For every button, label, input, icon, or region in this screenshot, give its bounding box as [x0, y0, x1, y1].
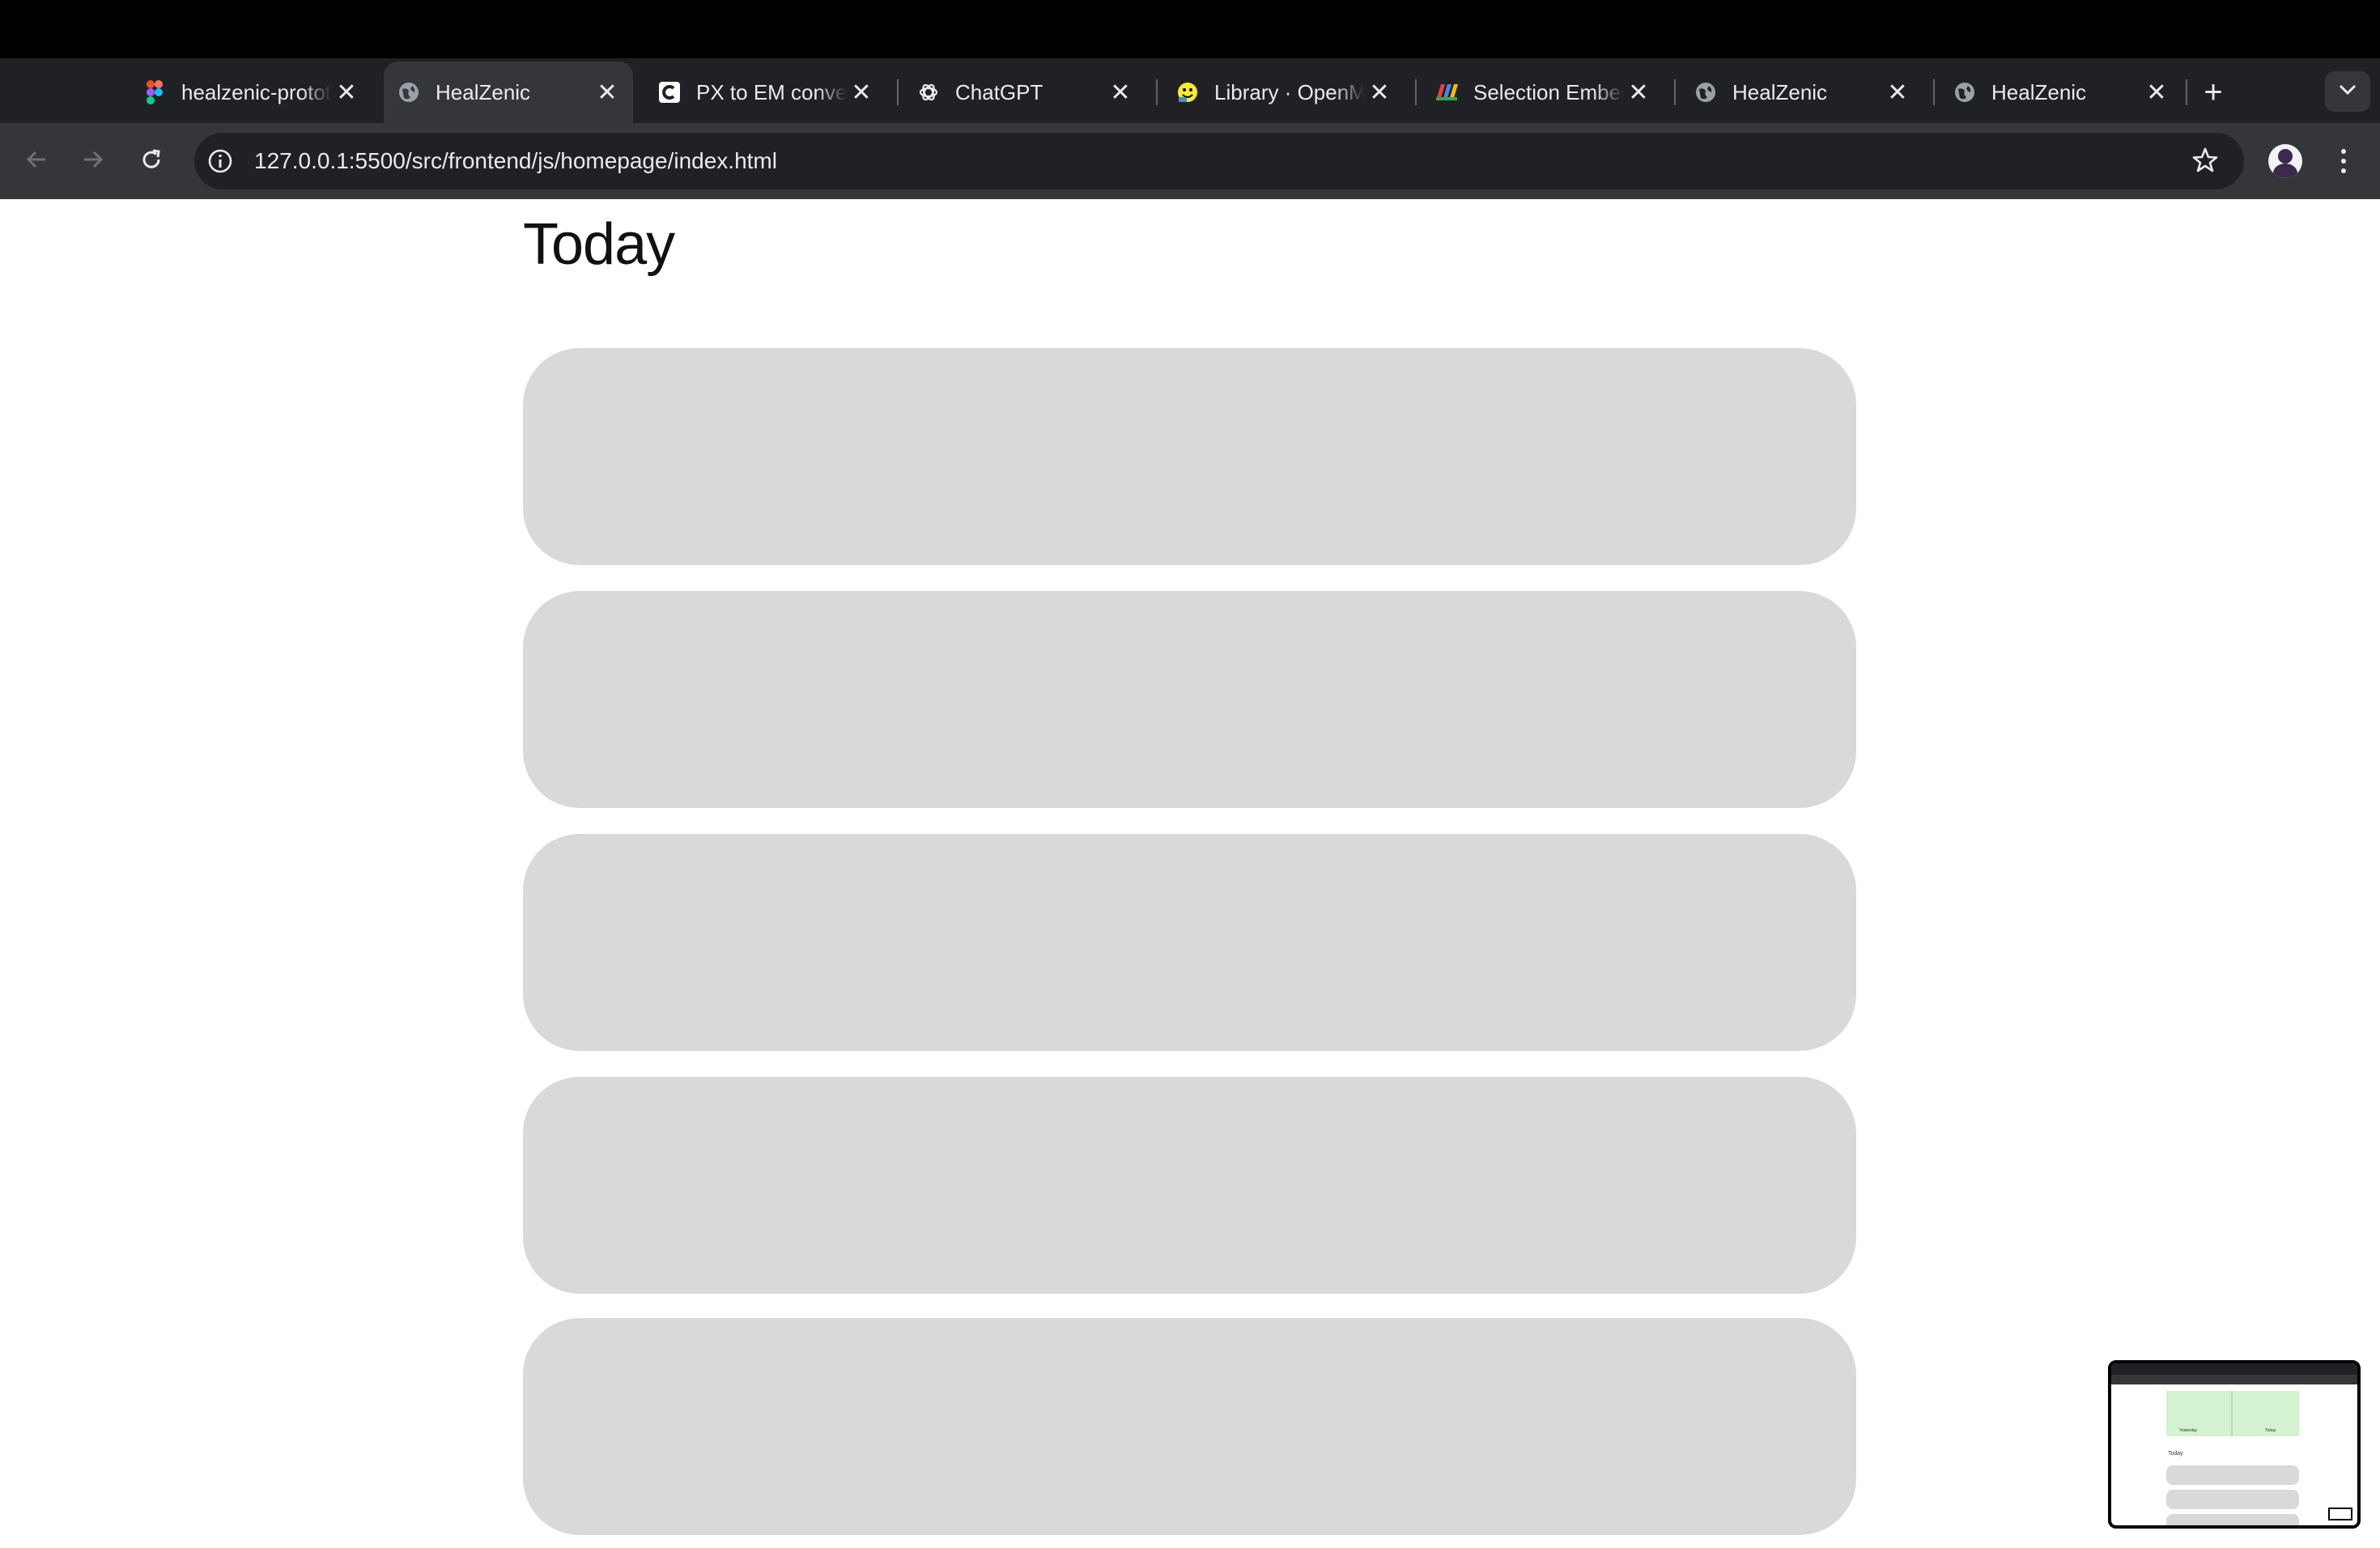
tab-separator	[1415, 79, 1417, 105]
tab-healzenic[interactable]: HealZenic ✕	[1681, 62, 1923, 123]
close-icon[interactable]: ✕	[2142, 78, 2171, 107]
tab-title: Library · OpenMoji	[1214, 79, 1365, 104]
info-icon[interactable]	[206, 147, 235, 176]
tab-healzenic-active[interactable]: HealZenic ✕	[384, 62, 633, 123]
preview-card	[2166, 1490, 2299, 1509]
today-card-placeholder[interactable]	[523, 834, 1856, 1051]
profile-avatar[interactable]	[2268, 144, 2302, 178]
tab-separator	[1156, 79, 1158, 105]
tab-chatgpt[interactable]: ChatGPT ✕	[903, 62, 1146, 123]
tab-title: healzenic-prototype	[181, 79, 332, 104]
multicolor-logo-icon	[1434, 80, 1459, 104]
tab-openmoji-library[interactable]: Library · OpenMoji ✕	[1162, 62, 1405, 123]
tab-healzenic[interactable]: HealZenic ✕	[1940, 62, 2182, 123]
tab-separator	[897, 79, 899, 105]
openmoji-icon	[1175, 80, 1200, 104]
avatar-body	[2273, 164, 2297, 178]
reload-icon	[139, 147, 164, 176]
preview-card	[2166, 1465, 2299, 1485]
forward-button[interactable]	[74, 142, 112, 180]
new-tab-button[interactable]: +	[2195, 74, 2231, 110]
close-icon[interactable]: ✕	[1624, 78, 1653, 107]
reload-button[interactable]	[133, 142, 170, 180]
tab-title: Selection Embedding	[1473, 79, 1624, 104]
close-icon[interactable]: ✕	[1106, 78, 1135, 107]
tab-strip: healzenic-prototype ✕ HealZenic ✕ PX to …	[0, 58, 2380, 123]
preview-toolbar	[2111, 1375, 2357, 1384]
tab-separator	[1933, 79, 1935, 105]
chevron-down-icon	[2339, 84, 2357, 100]
today-card-placeholder[interactable]	[523, 1077, 1856, 1294]
today-card-placeholder[interactable]	[523, 348, 1856, 565]
globe-icon	[1953, 80, 1977, 104]
avatar-head	[2278, 149, 2293, 164]
tab-separator	[2186, 79, 2187, 105]
tab-title: HealZenic	[436, 79, 531, 104]
dot	[2341, 168, 2346, 173]
preview-card	[2166, 1514, 2299, 1525]
preview-mini-window	[2328, 1508, 2352, 1520]
close-icon[interactable]: ✕	[593, 78, 622, 107]
preview-title: Today	[2168, 1451, 2183, 1457]
tab-title: ChatGPT	[955, 79, 1043, 104]
back-button[interactable]	[18, 142, 55, 180]
tab-title: PX to EM converter	[696, 79, 847, 104]
screenshot-preview-thumbnail[interactable]: Yesterday Today Today	[2108, 1360, 2361, 1529]
window-top-bar	[0, 0, 2380, 58]
close-icon[interactable]: ✕	[1365, 78, 1394, 107]
tab-separator	[1674, 79, 1676, 105]
url-text[interactable]: 127.0.0.1:5500/src/frontend/js/homepage/…	[254, 146, 777, 176]
figma-icon	[142, 80, 167, 104]
close-icon[interactable]: ✕	[1883, 78, 1912, 107]
arrow-right-icon	[81, 147, 105, 176]
arrow-left-icon	[24, 147, 49, 176]
globe-icon	[397, 80, 421, 104]
close-icon[interactable]: ✕	[332, 78, 361, 107]
preview-right-label: Today	[2265, 1428, 2276, 1433]
tab-healzenic-prototype[interactable]: healzenic-prototype ✕	[130, 62, 372, 123]
close-icon[interactable]: ✕	[847, 78, 876, 107]
bookmark-star-icon[interactable]	[2189, 144, 2221, 176]
browser-menu-button[interactable]	[2331, 144, 2356, 178]
tab-search-button[interactable]	[2325, 71, 2370, 112]
today-card-placeholder[interactable]	[523, 591, 1856, 808]
today-card-placeholder[interactable]	[523, 1318, 1856, 1535]
openai-icon	[916, 80, 941, 104]
tab-selection-embedding[interactable]: Selection Embedding ✕	[1422, 62, 1664, 123]
tab-title: HealZenic	[1991, 79, 2087, 104]
dot	[2341, 149, 2346, 154]
preview-left-label: Yesterday	[2179, 1428, 2198, 1433]
c-logo-icon	[657, 80, 682, 104]
tab-px-to-em[interactable]: PX to EM converter ✕	[644, 62, 887, 123]
page-title: Today	[523, 212, 675, 277]
preview-panel-divider	[2231, 1391, 2233, 1436]
globe-icon	[1694, 80, 1718, 104]
tab-title: HealZenic	[1732, 79, 1828, 104]
dot	[2341, 159, 2346, 164]
